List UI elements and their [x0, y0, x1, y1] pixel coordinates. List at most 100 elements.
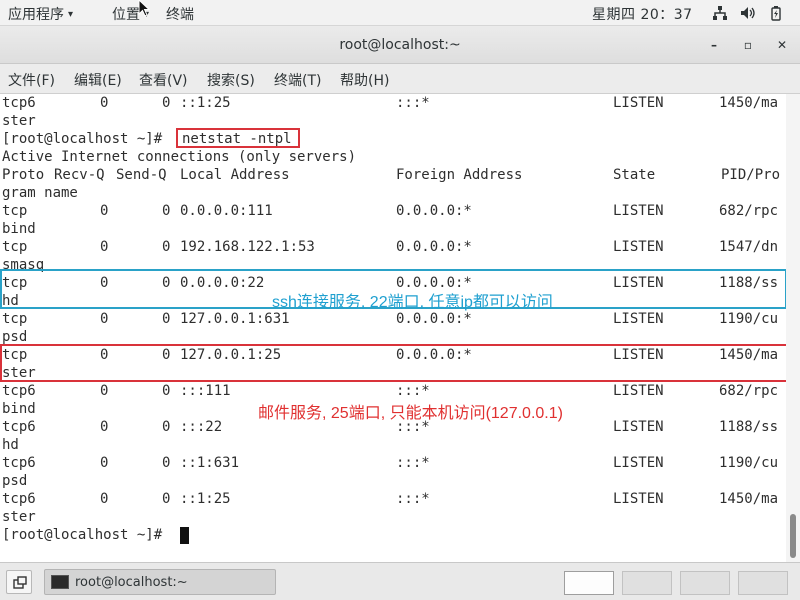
cell-recv: 0	[100, 419, 109, 435]
cell-proto: tcp6	[2, 491, 36, 507]
cell-pid: 1450/ma	[719, 491, 779, 507]
menu-bar: 文件(F) 编辑(E) 查看(V) 搜索(S) 终端(T) 帮助(H)	[0, 64, 800, 94]
cell-proto: tcp	[2, 311, 28, 327]
cell-local: 127.0.0.1:631	[180, 311, 290, 327]
cell-pid: 1190/cu	[719, 311, 779, 327]
netstat-header: Active Internet connections (only server…	[2, 149, 357, 165]
clock[interactable]: 星期四 20：37	[592, 4, 693, 24]
row-wrap: ster	[2, 509, 36, 525]
row-wrap: hd	[2, 437, 19, 453]
row-wrap: bind	[2, 401, 36, 417]
close-button[interactable]: ✕	[774, 37, 790, 53]
cell-send: 0	[162, 455, 171, 471]
cell-proto: tcp	[2, 203, 28, 219]
cell-foreign: :::*	[396, 383, 430, 399]
mail-annotation: 邮件服务, 25端口, 只能本机访问(127.0.0.1)	[258, 405, 563, 422]
cell-state: LISTEN	[613, 239, 664, 255]
cell-foreign: :::*	[396, 491, 430, 507]
cell-local: :::22	[180, 419, 223, 435]
text-cursor	[180, 527, 189, 544]
cell-state: LISTEN	[613, 383, 664, 399]
cell-state: LISTEN	[613, 455, 664, 471]
cell-foreign: 0.0.0.0:*	[396, 311, 472, 327]
cell-send: 0	[162, 383, 171, 399]
cell-send: 0	[162, 419, 171, 435]
cell-state: LISTEN	[613, 491, 664, 507]
cell-recv: 0	[100, 239, 109, 255]
cell-recv: 0	[100, 491, 109, 507]
cell-send: 0	[162, 311, 171, 327]
active-app-menu-label: 终端	[166, 7, 194, 23]
cell-state: LISTEN	[613, 203, 664, 219]
window-titlebar[interactable]: root@localhost:~ – ▫ ✕	[0, 26, 800, 64]
cell-recv: 0	[100, 311, 109, 327]
scrollbar[interactable]	[786, 94, 800, 562]
row-wrap: ster	[2, 113, 36, 129]
cell-state: LISTEN	[613, 311, 664, 327]
mouse-pointer-icon	[138, 0, 150, 17]
places-menu-label: 位置	[112, 7, 140, 23]
desktop-icon	[13, 576, 27, 589]
menu-file[interactable]: 文件(F)	[8, 70, 55, 90]
cell-foreign: 0.0.0.0:*	[396, 203, 472, 219]
cell-local: :::111	[180, 383, 231, 399]
row-wrap: psd	[2, 473, 28, 489]
volume-icon[interactable]	[740, 5, 756, 21]
cell-pid: 682/rpc	[719, 383, 779, 399]
cell-state: LISTEN	[613, 419, 664, 435]
menu-terminal[interactable]: 终端(T)	[274, 70, 321, 90]
top-bar: 应用程序 ▾ 位置 ▾ 终端 星期四 20：37	[0, 0, 800, 26]
applications-menu-label: 应用程序	[8, 7, 64, 23]
cell-recv: 0	[100, 203, 109, 219]
scrollbar-thumb[interactable]	[790, 514, 796, 558]
column-headers-wrap: gram name	[2, 185, 78, 201]
workspace-3[interactable]	[680, 571, 730, 595]
maximize-button[interactable]: ▫	[740, 37, 756, 53]
cell-pid: 1547/dn	[719, 239, 779, 255]
show-desktop-button[interactable]	[6, 570, 32, 594]
column-headers: Proto Recv-Q Send-Q Local Address Foreig…	[2, 167, 781, 183]
taskbar: root@localhost:~	[0, 562, 800, 600]
workspace-4[interactable]	[738, 571, 788, 595]
table-row: tcp6 0 0 ::1:25 :::* LISTEN 1450/ma	[2, 95, 779, 111]
command-highlight-box	[176, 128, 300, 148]
menu-help[interactable]: 帮助(H)	[340, 70, 389, 90]
taskbar-terminal-label: root@localhost:~	[75, 575, 188, 590]
terminal-output[interactable]: tcp6 0 0 ::1:25 :::* LISTEN 1450/ma ster…	[0, 94, 786, 562]
cell-send: 0	[162, 239, 171, 255]
cell-proto: tcp6	[2, 455, 36, 471]
cell-local: ::1:25	[180, 491, 231, 507]
shell-prompt: [root@localhost ~]#	[2, 131, 171, 147]
cell-proto: tcp6	[2, 419, 36, 435]
command-line: [root@localhost ~]# netstat -ntpl	[2, 130, 292, 148]
cell-pid: 1190/cu	[719, 455, 779, 471]
cell-pid: 1188/ss	[719, 419, 779, 435]
cell-local: ::1:631	[180, 455, 240, 471]
cell-local: 192.168.122.1:53	[180, 239, 315, 255]
mail-highlight-box	[0, 344, 793, 382]
row-wrap: bind	[2, 221, 36, 237]
workspace-2[interactable]	[622, 571, 672, 595]
menu-view[interactable]: 查看(V)	[139, 70, 188, 90]
cell-proto: tcp	[2, 239, 28, 255]
cell-proto: tcp6	[2, 383, 36, 399]
workspace-1[interactable]	[564, 571, 614, 595]
cell-foreign: :::*	[396, 455, 430, 471]
network-icon[interactable]	[712, 5, 728, 21]
menu-search[interactable]: 搜索(S)	[207, 70, 255, 90]
applications-menu[interactable]: 应用程序 ▾	[8, 4, 73, 24]
cell-pid: 682/rpc	[719, 203, 779, 219]
active-app-menu[interactable]: 终端	[166, 4, 194, 24]
minimize-button[interactable]: –	[706, 37, 722, 53]
menu-edit[interactable]: 编辑(E)	[74, 70, 122, 90]
cell-recv: 0	[100, 455, 109, 471]
window-title: root@localhost:~	[339, 37, 461, 53]
power-battery-icon[interactable]	[768, 5, 784, 21]
cell-send: 0	[162, 203, 171, 219]
cell-recv: 0	[100, 383, 109, 399]
cell-send: 0	[162, 491, 171, 507]
taskbar-terminal-button[interactable]: root@localhost:~	[44, 569, 276, 595]
ssh-annotation: ssh连接服务, 22端口, 任意ip都可以访问	[272, 294, 553, 311]
terminal-icon	[51, 575, 69, 589]
cell-local: 0.0.0.0:111	[180, 203, 273, 219]
